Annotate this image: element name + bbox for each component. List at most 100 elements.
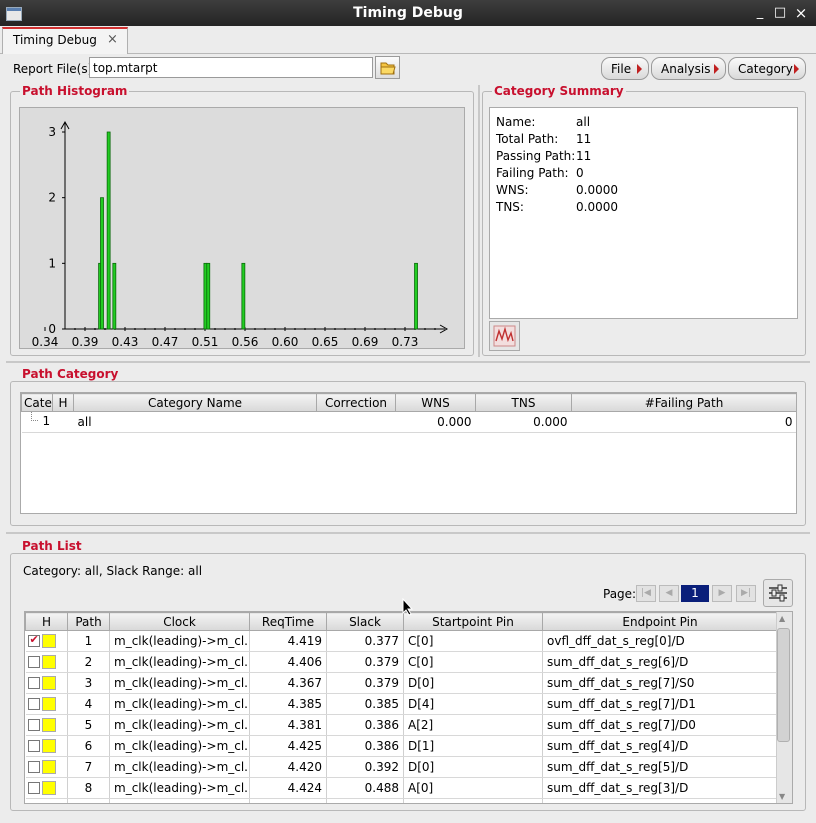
maximize-button[interactable]: □ [772,4,788,22]
cell-h[interactable] [25,672,68,694]
vertical-splitter[interactable] [478,85,480,357]
table-row[interactable]: 8 m_clk(leading)->m_cl... 4.424 0.488 A[0] su… [25,777,778,799]
cell-endpoint-pin: sum_dff_dat_s_reg[4]/D [542,735,778,757]
waveform-chart-button[interactable] [489,321,520,351]
cell-endpoint-pin: sum_dff_dat_s_reg[7]/D0 [542,714,778,736]
cell-category-name: all [73,411,317,433]
next-page-button[interactable]: ▶ [712,585,732,602]
header-h[interactable]: H [25,612,68,631]
cell-reqtime: 4.367 [249,672,327,694]
column-settings-button[interactable] [763,579,793,607]
table-row[interactable]: 6 m_clk(leading)->m_cl... 4.425 0.386 D[1] su… [25,735,778,757]
header-cate[interactable]: Cate [21,393,53,412]
category-menu-button[interactable]: Category [728,57,806,80]
highlight-color-swatch[interactable] [41,760,56,775]
header-category-name[interactable]: Category Name [73,393,317,412]
header-wns[interactable]: WNS [395,393,476,412]
table-row[interactable] [25,798,778,803]
report-file-input[interactable] [89,57,373,78]
file-menu-button[interactable]: File [601,57,649,80]
checkmark-icon: ✔ [29,633,39,647]
highlight-color-swatch[interactable] [41,676,56,691]
cell-h[interactable] [25,777,68,799]
header-correction[interactable]: Correction [316,393,396,412]
empty-cell [403,798,543,803]
cell-h[interactable] [25,735,68,757]
row-checkbox[interactable]: ✔ [27,633,40,648]
last-page-button[interactable]: ▶| [736,585,756,602]
cell-endpoint-pin: sum_dff_dat_s_reg[6]/D [542,651,778,673]
cell-slack: 0.385 [326,693,404,715]
cell-tns: 0.000 [475,411,572,433]
horizontal-splitter-bottom[interactable] [6,532,810,534]
highlight-color-swatch[interactable] [41,739,56,754]
header-failing-path[interactable]: #Failing Path [571,393,796,412]
x-tick-label: 0.69 [352,335,379,348]
table-row[interactable]: 2 m_clk(leading)->m_cl... 4.406 0.379 C[0] su… [25,651,778,673]
tab-close-icon[interactable]: × [107,32,118,47]
cell-path: 4 [67,693,110,715]
header-reqtime[interactable]: ReqTime [249,612,327,631]
first-page-button[interactable]: |◀ [636,585,656,602]
highlight-color-swatch[interactable] [41,697,56,712]
table-row[interactable]: 7 m_clk(leading)->m_cl... 4.420 0.392 D[0] su… [25,756,778,778]
row-checkbox[interactable] [27,782,40,795]
cell-h[interactable] [25,693,68,715]
row-checkbox[interactable] [27,656,40,669]
cell-reqtime: 4.420 [249,756,327,778]
empty-cell [326,798,404,803]
highlight-color-swatch[interactable] [41,781,56,796]
cell-h[interactable]: ✔ [25,630,68,652]
header-clock[interactable]: Clock [109,612,250,631]
x-tick-label: 0.60 [272,335,299,348]
cell-path: 1 [67,630,110,652]
row-checkbox[interactable] [27,719,40,732]
row-checkbox[interactable] [27,761,40,774]
table-row[interactable]: ✔ 1 m_clk(leading)->m_cl... 4.419 0.377 C[0] o… [25,630,778,652]
table-row[interactable]: 3 m_clk(leading)->m_cl... 4.367 0.379 D[0] su… [25,672,778,694]
close-window-button[interactable]: × [793,4,809,22]
summary-tns-value: 0.0000 [576,200,618,214]
header-startpoint-pin[interactable]: Startpoint Pin [403,612,543,631]
cell-h[interactable] [25,714,68,736]
cell-correction [316,411,396,433]
analysis-menu-button[interactable]: Analysis [651,57,726,80]
scroll-up-icon[interactable]: ▲ [779,614,785,623]
x-tick-label: 0.56 [232,335,259,348]
scrollbar-thumb[interactable] [777,628,790,742]
highlight-color-swatch[interactable] [41,655,56,670]
horizontal-splitter-top[interactable] [6,361,810,363]
prev-page-button[interactable]: ◀ [659,585,679,602]
open-folder-button[interactable] [375,56,400,79]
header-h[interactable]: H [52,393,74,412]
cell-slack: 0.386 [326,714,404,736]
y-tick-label: 1 [48,256,56,270]
table-row[interactable]: 1 all 0.000 0.000 0 [21,411,796,433]
minimize-button[interactable]: _ [752,4,768,22]
cell-h[interactable] [25,756,68,778]
row-checkbox[interactable] [27,698,40,711]
histogram-bar [414,262,418,330]
cell-h[interactable] [25,651,68,673]
path-category-table: Cate H Category Name Correction WNS TNS … [20,392,797,514]
x-tick-label: 0.51 [192,335,219,348]
tab-timing-debug[interactable]: Timing Debug × [2,27,128,54]
row-checkbox[interactable] [27,677,40,690]
cell-path: 5 [67,714,110,736]
summary-wns-label: WNS: [496,183,529,197]
highlight-color-swatch[interactable] [41,634,56,649]
header-slack[interactable]: Slack [326,612,404,631]
x-tick-label: 0.39 [72,335,99,348]
cell-endpoint-pin: sum_dff_dat_s_reg[7]/S0 [542,672,778,694]
cell-startpoint-pin: D[1] [403,735,543,757]
page-number[interactable]: 1 [681,585,709,602]
header-path[interactable]: Path [67,612,110,631]
highlight-color-swatch[interactable] [41,718,56,733]
table-row[interactable]: 4 m_clk(leading)->m_cl... 4.385 0.385 D[4] su… [25,693,778,715]
cell-slack: 0.386 [326,735,404,757]
header-endpoint-pin[interactable]: Endpoint Pin [542,612,778,631]
scroll-down-icon[interactable]: ▼ [779,792,785,801]
table-row[interactable]: 5 m_clk(leading)->m_cl... 4.381 0.386 A[2] su… [25,714,778,736]
row-checkbox[interactable] [27,740,40,753]
header-tns[interactable]: TNS [475,393,572,412]
